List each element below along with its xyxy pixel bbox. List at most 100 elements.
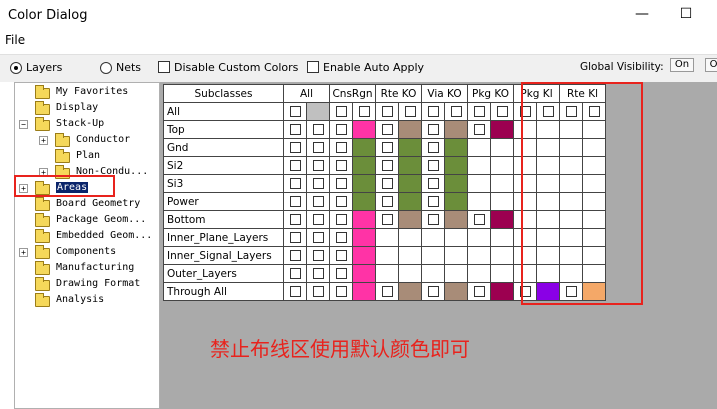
color-swatch[interactable] (444, 156, 468, 175)
tree-item-plan[interactable]: Plan (15, 149, 159, 163)
visibility-cell[interactable] (467, 228, 491, 247)
tree-item-my-favorites[interactable]: My Favorites (15, 85, 159, 99)
visibility-checkbox[interactable] (427, 286, 439, 297)
color-swatch[interactable] (444, 210, 468, 229)
visibility-checkbox[interactable] (381, 160, 393, 171)
visibility-cell[interactable] (421, 174, 445, 193)
color-swatch[interactable] (398, 120, 422, 139)
visibility-cell[interactable] (329, 210, 353, 229)
visibility-cell[interactable] (467, 156, 491, 175)
visibility-checkbox[interactable] (427, 214, 439, 225)
visibility-cell[interactable] (421, 282, 445, 301)
color-swatch[interactable] (444, 138, 468, 157)
color-swatch[interactable] (490, 102, 514, 121)
color-swatch[interactable] (306, 228, 330, 247)
color-swatch[interactable] (490, 174, 514, 193)
visibility-cell[interactable] (283, 210, 307, 229)
visibility-checkbox[interactable] (335, 196, 347, 207)
layers-radio[interactable] (10, 62, 22, 74)
color-checkbox[interactable] (312, 232, 324, 243)
color-swatch[interactable] (306, 210, 330, 229)
color-checkbox[interactable] (404, 106, 416, 117)
color-swatch[interactable] (398, 174, 422, 193)
tree-item-stack-up[interactable]: − Stack-Up (15, 117, 159, 131)
visibility-checkbox[interactable] (289, 268, 301, 279)
color-swatch[interactable] (398, 282, 422, 301)
color-swatch[interactable] (490, 210, 514, 229)
visibility-cell[interactable] (329, 246, 353, 265)
color-checkbox[interactable] (312, 286, 324, 297)
visibility-cell[interactable] (283, 156, 307, 175)
visibility-checkbox[interactable] (289, 214, 301, 225)
color-swatch[interactable] (490, 246, 514, 265)
visibility-cell[interactable] (375, 174, 399, 193)
visibility-cell[interactable] (467, 192, 491, 211)
tree-item-package-geom[interactable]: Package Geom... (15, 213, 159, 227)
visibility-cell[interactable] (375, 228, 399, 247)
visibility-checkbox[interactable] (473, 124, 485, 135)
visibility-cell[interactable] (421, 264, 445, 283)
visibility-cell[interactable] (329, 138, 353, 157)
visibility-checkbox[interactable] (289, 286, 301, 297)
color-swatch[interactable] (352, 192, 376, 211)
color-checkbox[interactable] (312, 196, 324, 207)
global-visibility-on-button[interactable]: On (670, 58, 694, 72)
color-swatch[interactable] (306, 246, 330, 265)
visibility-checkbox[interactable] (427, 196, 439, 207)
visibility-cell[interactable] (283, 246, 307, 265)
color-swatch[interactable] (352, 102, 376, 121)
color-swatch[interactable] (352, 120, 376, 139)
tree-item-display[interactable]: Display (15, 101, 159, 115)
tree-item-analysis[interactable]: Analysis (15, 293, 159, 307)
visibility-cell[interactable] (283, 138, 307, 157)
visibility-cell[interactable] (421, 156, 445, 175)
visibility-cell[interactable] (421, 120, 445, 139)
visibility-cell[interactable] (375, 102, 399, 121)
visibility-cell[interactable] (467, 120, 491, 139)
visibility-checkbox[interactable] (335, 214, 347, 225)
visibility-cell[interactable] (467, 282, 491, 301)
visibility-cell[interactable] (467, 210, 491, 229)
visibility-checkbox[interactable] (289, 124, 301, 135)
color-swatch[interactable] (490, 138, 514, 157)
color-checkbox[interactable] (312, 214, 324, 225)
color-checkbox[interactable] (312, 178, 324, 189)
visibility-checkbox[interactable] (289, 250, 301, 261)
color-swatch[interactable] (352, 138, 376, 157)
color-swatch[interactable] (398, 246, 422, 265)
color-checkbox[interactable] (312, 268, 324, 279)
visibility-checkbox[interactable] (473, 214, 485, 225)
visibility-checkbox[interactable] (335, 178, 347, 189)
color-swatch[interactable] (490, 156, 514, 175)
color-swatch[interactable] (444, 246, 468, 265)
color-swatch[interactable] (352, 156, 376, 175)
color-checkbox[interactable] (358, 106, 370, 117)
color-checkbox[interactable] (450, 106, 462, 117)
visibility-checkbox[interactable] (335, 286, 347, 297)
tree-item-manufacturing[interactable]: Manufacturing (15, 261, 159, 275)
visibility-checkbox[interactable] (427, 124, 439, 135)
visibility-checkbox[interactable] (289, 142, 301, 153)
color-swatch[interactable] (490, 264, 514, 283)
visibility-cell[interactable] (467, 138, 491, 157)
visibility-checkbox[interactable] (335, 250, 347, 261)
color-swatch[interactable] (352, 246, 376, 265)
expand-icon[interactable]: + (39, 136, 48, 145)
color-swatch[interactable] (398, 102, 422, 121)
visibility-cell[interactable] (329, 156, 353, 175)
visibility-cell[interactable] (421, 246, 445, 265)
color-swatch[interactable] (444, 120, 468, 139)
color-swatch[interactable] (352, 228, 376, 247)
visibility-cell[interactable] (329, 102, 353, 121)
color-swatch[interactable] (444, 228, 468, 247)
visibility-checkbox[interactable] (381, 124, 393, 135)
visibility-checkbox[interactable] (289, 196, 301, 207)
visibility-checkbox[interactable] (427, 142, 439, 153)
color-swatch[interactable] (398, 264, 422, 283)
visibility-cell[interactable] (329, 120, 353, 139)
visibility-checkbox[interactable] (381, 286, 393, 297)
color-swatch[interactable] (306, 138, 330, 157)
visibility-checkbox[interactable] (335, 124, 347, 135)
maximize-button[interactable]: ☐ (676, 6, 696, 26)
color-swatch[interactable] (490, 192, 514, 211)
